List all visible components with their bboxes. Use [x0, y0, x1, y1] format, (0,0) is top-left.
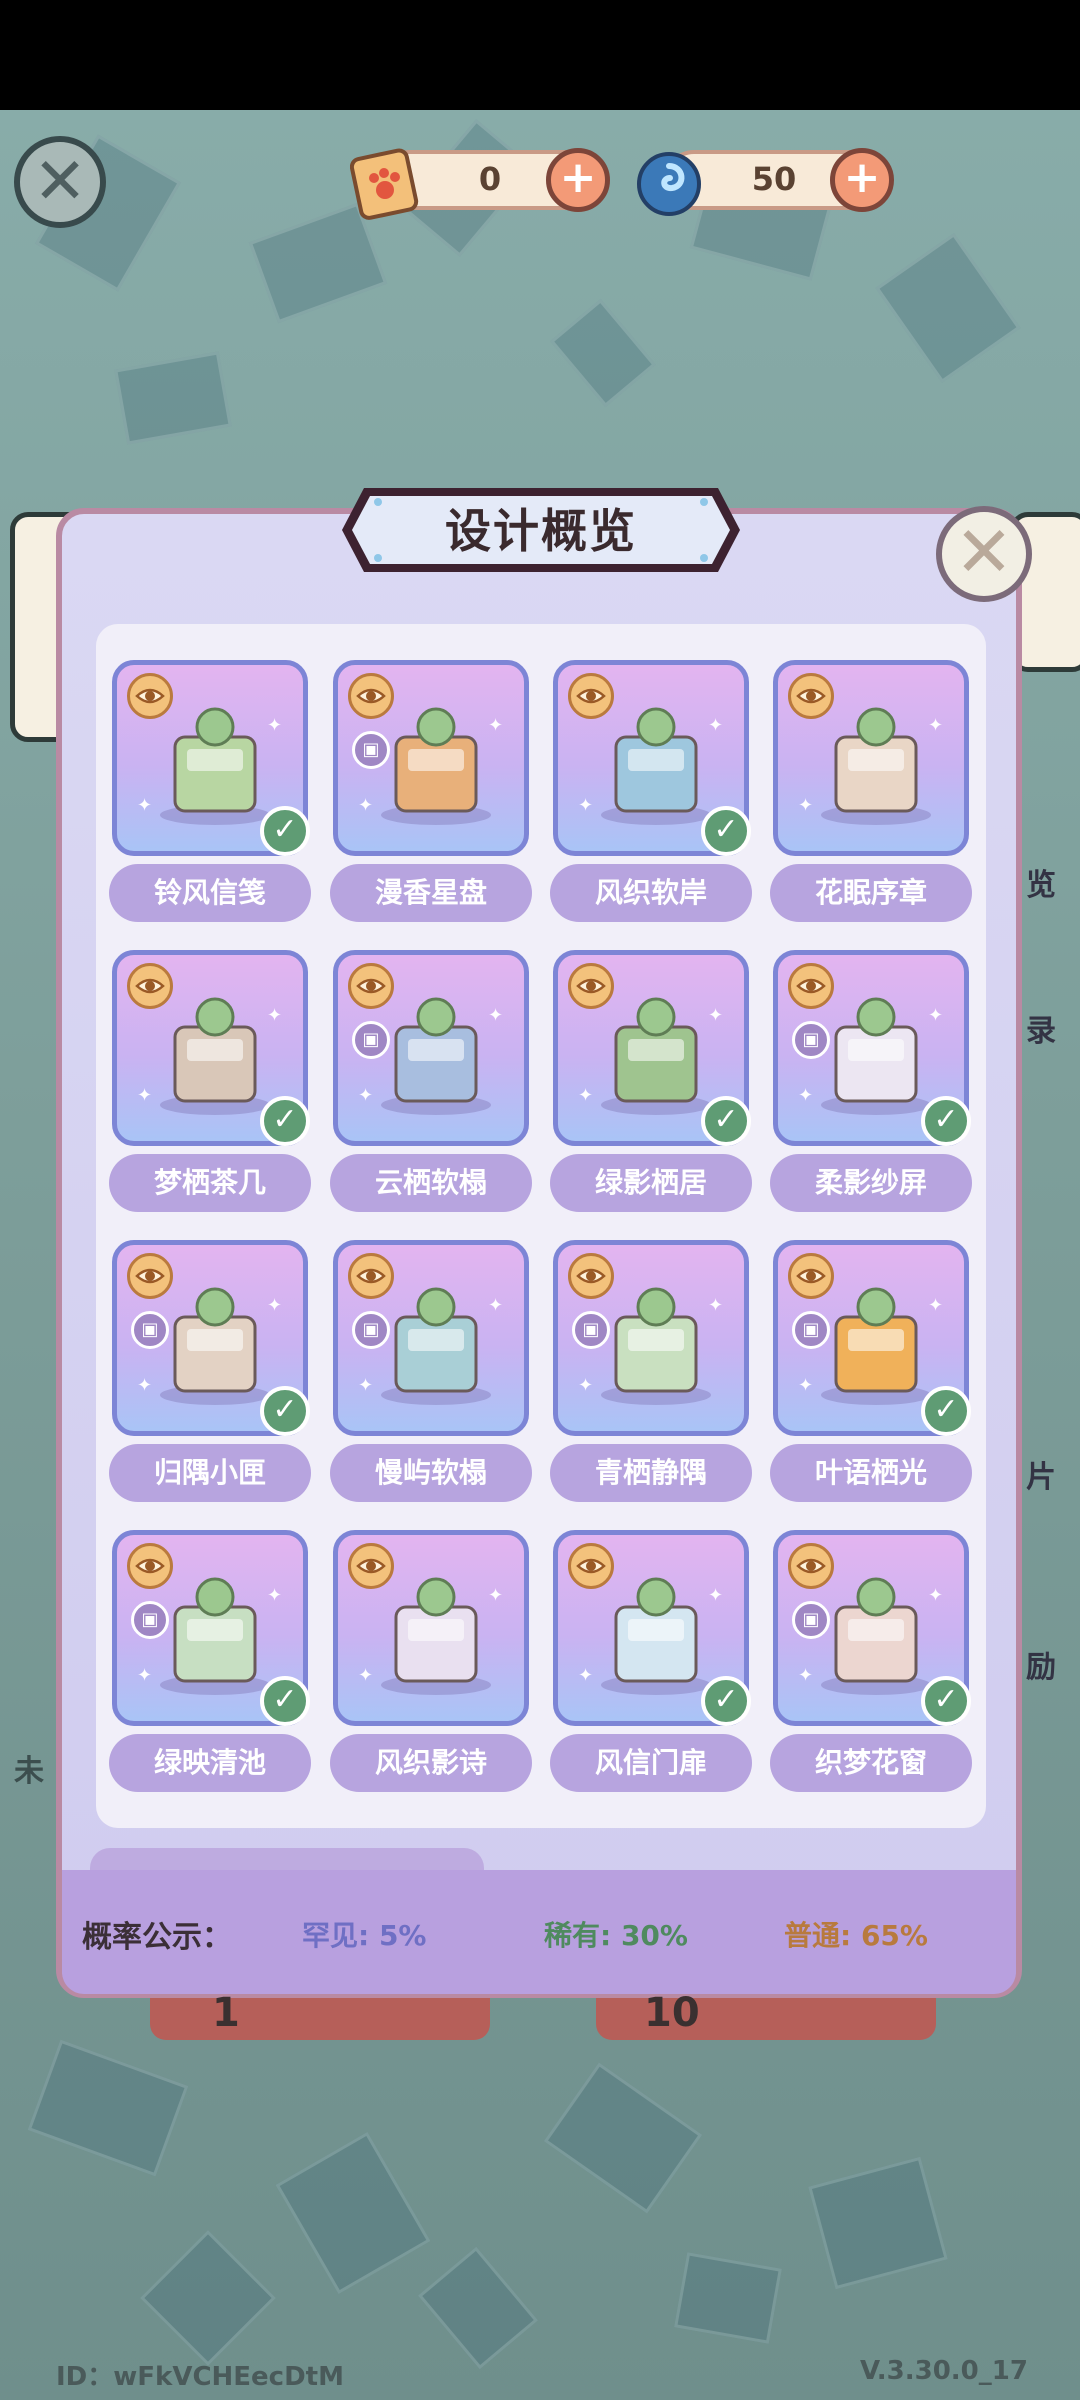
preview-eye-icon[interactable]	[788, 963, 834, 1009]
item-name-label: 梦栖茶几	[109, 1154, 311, 1212]
background-bottom-text: 未	[14, 1754, 44, 1789]
draw-one-button[interactable]	[150, 1998, 490, 2040]
interactive-box-icon: ▣	[131, 1311, 169, 1349]
swirl-currency: 50 +	[637, 148, 894, 216]
item-name-label: 叶语栖光	[770, 1444, 972, 1502]
preview-eye-icon[interactable]	[568, 673, 614, 719]
add-paw-currency-button[interactable]: +	[546, 148, 610, 212]
preview-eye-icon[interactable]	[568, 1543, 614, 1589]
item-name-label: 风织软岸	[550, 864, 752, 922]
interactive-box-icon: ▣	[572, 1311, 610, 1349]
item-name-label: 风信门扉	[550, 1734, 752, 1792]
uncommon-probability: 稀有: 30%	[544, 1919, 688, 1952]
preview-eye-icon[interactable]	[568, 963, 614, 1009]
item-name-label: 铃风信笺	[109, 864, 311, 922]
item-card[interactable]: ✦ ✦	[773, 660, 969, 856]
item-name-label: 归隅小匣	[109, 1444, 311, 1502]
item-name-label: 慢屿软榻	[330, 1444, 532, 1502]
item-name-label: 风织影诗	[330, 1734, 532, 1792]
back-close-icon[interactable]: ✕	[14, 136, 106, 228]
preview-eye-icon[interactable]	[127, 673, 173, 719]
add-swirl-currency-button[interactable]: +	[830, 148, 894, 212]
probability-label: 概率公示：	[82, 1920, 232, 1955]
owned-check-icon: ✓	[701, 1676, 751, 1726]
panel-title: 设计概览	[445, 504, 637, 558]
item-name-label: 绿映清池	[109, 1734, 311, 1792]
interactive-box-icon: ▣	[792, 1311, 830, 1349]
interactive-box-icon: ▣	[352, 1311, 390, 1349]
draw-ten-count: 10	[644, 1990, 700, 2036]
owned-check-icon: ✓	[260, 806, 310, 856]
item-card[interactable]: ✦ ✦ ▣	[553, 1240, 749, 1436]
owned-check-icon: ✓	[260, 1386, 310, 1436]
preview-eye-icon[interactable]	[568, 1253, 614, 1299]
preview-eye-icon[interactable]	[788, 1543, 834, 1589]
item-name-label: 绿影栖居	[550, 1154, 752, 1212]
owned-check-icon: ✓	[921, 1096, 971, 1146]
item-name-label: 青栖静隅	[550, 1444, 752, 1502]
common-probability: 普通: 65%	[784, 1919, 928, 1952]
draw-one-count: 1	[212, 1990, 240, 2036]
interactive-box-icon: ▣	[131, 1601, 169, 1639]
item-name-label: 织梦花窗	[770, 1734, 972, 1792]
item-card[interactable]: ✦ ✦ ▣	[333, 1240, 529, 1436]
owned-check-icon: ✓	[260, 1096, 310, 1146]
interactive-box-icon: ▣	[352, 731, 390, 769]
item-card[interactable]: ✦ ✦	[333, 1530, 529, 1726]
preview-eye-icon[interactable]	[127, 963, 173, 1009]
preview-eye-icon[interactable]	[127, 1253, 173, 1299]
rare-probability: 罕见: 5%	[302, 1919, 427, 1952]
preview-eye-icon[interactable]	[788, 1253, 834, 1299]
owned-check-icon: ✓	[701, 806, 751, 856]
item-card[interactable]: ✦ ✦ ▣	[333, 660, 529, 856]
preview-eye-icon[interactable]	[127, 1543, 173, 1589]
background-side-text: 励	[1026, 1650, 1056, 1685]
status-bar	[0, 0, 1080, 110]
preview-eye-icon[interactable]	[348, 1253, 394, 1299]
item-card[interactable]: ✦ ✦ ▣	[333, 950, 529, 1146]
version-label: V.3.30.0_17	[860, 2356, 1028, 2386]
preview-eye-icon[interactable]	[348, 673, 394, 719]
owned-check-icon: ✓	[701, 1096, 751, 1146]
preview-eye-icon[interactable]	[788, 673, 834, 719]
item-name-label: 柔影纱屏	[770, 1154, 972, 1212]
interactive-box-icon: ▣	[352, 1021, 390, 1059]
paw-currency: 0 +	[350, 148, 610, 220]
item-name-label: 漫香星盘	[330, 864, 532, 922]
preview-eye-icon[interactable]	[348, 1543, 394, 1589]
owned-check-icon: ✓	[260, 1676, 310, 1726]
background-side-text: 录	[1026, 1014, 1056, 1049]
owned-check-icon: ✓	[921, 1386, 971, 1436]
item-name-label: 花眠序章	[770, 864, 972, 922]
item-name-label: 云栖软榻	[330, 1154, 532, 1212]
interactive-box-icon: ▣	[792, 1601, 830, 1639]
background-side-text: 览	[1026, 868, 1056, 903]
interactive-box-icon: ▣	[792, 1021, 830, 1059]
preview-eye-icon[interactable]	[348, 963, 394, 1009]
player-id: ID：wFkVCHEecDtM	[56, 2362, 344, 2392]
background-side-text: 片	[1026, 1460, 1056, 1495]
close-panel-button[interactable]: ✕	[936, 506, 1032, 602]
owned-check-icon: ✓	[921, 1676, 971, 1726]
